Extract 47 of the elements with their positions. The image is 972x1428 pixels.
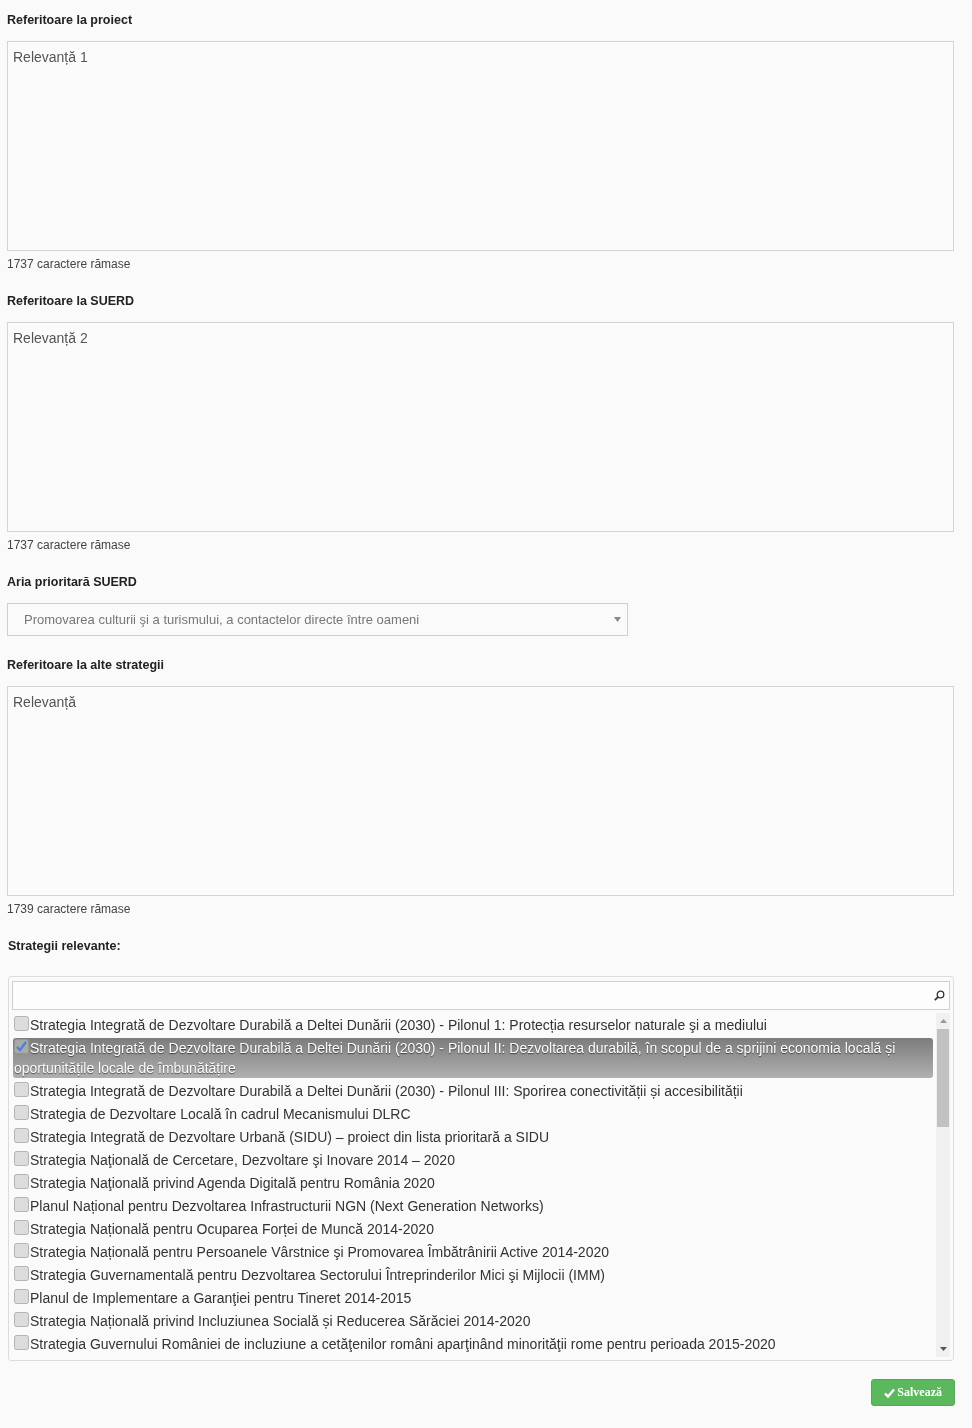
field-label: Referitoare la SUERD [7,293,135,309]
checklist-option[interactable]: Strategia Naţională privind Agenda Digitală pentru România 2020 [13,1173,933,1193]
checkbox[interactable] [14,1335,29,1350]
checkbox[interactable] [14,1266,29,1281]
checklist-option[interactable]: Strategia Națională pentru Persoanele Vârstnice şi Promovarea Îmbătrânirii Active 2014-2020 [13,1242,933,1262]
field-label: Referitoare la alte strategii [7,657,164,673]
scroll-down-icon[interactable] [939,1347,947,1351]
field-label: Referitoare la proiect [7,12,133,28]
checklist-option[interactable]: Planul de Implementare a Garanţiei pentru Tineret 2014-2015 [13,1288,933,1308]
text-area[interactable]: Relevanță 1 [7,41,954,251]
check-icon [884,1387,896,1398]
text-area[interactable]: Relevanță 2 [7,322,954,532]
checklist-option[interactable]: Strategia Integrată de Dezvoltare Durabilă a Deltei Dunării (2030) - Pilonul 1: Protecția resurselor naturale şi a mediului [13,1015,933,1035]
scroll-up-icon[interactable] [939,1019,947,1023]
field-label: Aria prioritară SUERD [7,574,137,590]
checklist-option[interactable]: Strategia Integrată de Dezvoltare Urbană (SIDU) – proiect din lista prioritară a SIDU [13,1127,933,1147]
checklist-option[interactable]: Strategia Naţională de Cercetare, Dezvoltare şi Inovare 2014 – 2020 [13,1150,933,1170]
search-field[interactable] [12,981,950,1010]
checkbox[interactable] [14,1151,29,1166]
checkbox[interactable] [14,1039,29,1054]
checkbox[interactable] [14,1312,29,1327]
checklist-option[interactable]: Strategia Guvernului României de incluziune a cetăţenilor români aparţinând minorităţii rome pentru perioada 2015-2020 [13,1334,933,1354]
checklist-option[interactable]: Planul Național pentru Dezvoltarea Infrastructurii NGN (Next Generation Networks) [13,1196,933,1216]
checkbox[interactable] [14,1197,29,1212]
checkbox[interactable] [14,1016,29,1031]
checkbox[interactable] [14,1243,29,1258]
checkbox[interactable] [14,1082,29,1097]
caret-icon [614,617,621,622]
checkbox[interactable] [14,1289,29,1304]
text-area[interactable]: Relevanță [7,686,954,896]
search-icon [934,990,945,1001]
dropdown[interactable]: Promovarea culturii şi a turismului, a contactelor directe între oameni [7,603,628,636]
checklist-option[interactable]: Strategia Națională privind Incluziunea Socială și Reducerea Sărăciei 2014-2020 [13,1311,933,1331]
scrollbar-thumb[interactable] [937,1029,949,1127]
character-counter: 1737 caractere rămase [7,537,131,553]
checklist-option[interactable]: Strategia Guvernamentală pentru Dezvoltarea Sectorului Întreprinderilor Mici şi Mijlocii (IMM) [13,1265,933,1285]
character-counter: 1737 caractere rămase [7,256,131,272]
scrollbar[interactable] [936,1013,950,1357]
checkbox[interactable] [14,1128,29,1143]
checklist-option[interactable]: Strategia Națională pentru Ocuparea Forței de Muncă 2014-2020 [13,1219,933,1239]
checklist-option[interactable]: Strategia Integrată de Dezvoltare Durabilă a Deltei Dunării (2030) - Pilonul III: Sporirea conectivității și accesibilității [13,1081,933,1101]
checklist-option[interactable]: Strategia de Dezvoltare Locală în cadrul Mecanismului DLRC [13,1104,933,1124]
character-counter: 1739 caractere rămase [7,901,131,917]
section-label: Strategii relevante: [8,938,121,954]
checkbox[interactable] [14,1220,29,1235]
checkbox[interactable] [14,1105,29,1120]
checkbox[interactable] [14,1174,29,1189]
